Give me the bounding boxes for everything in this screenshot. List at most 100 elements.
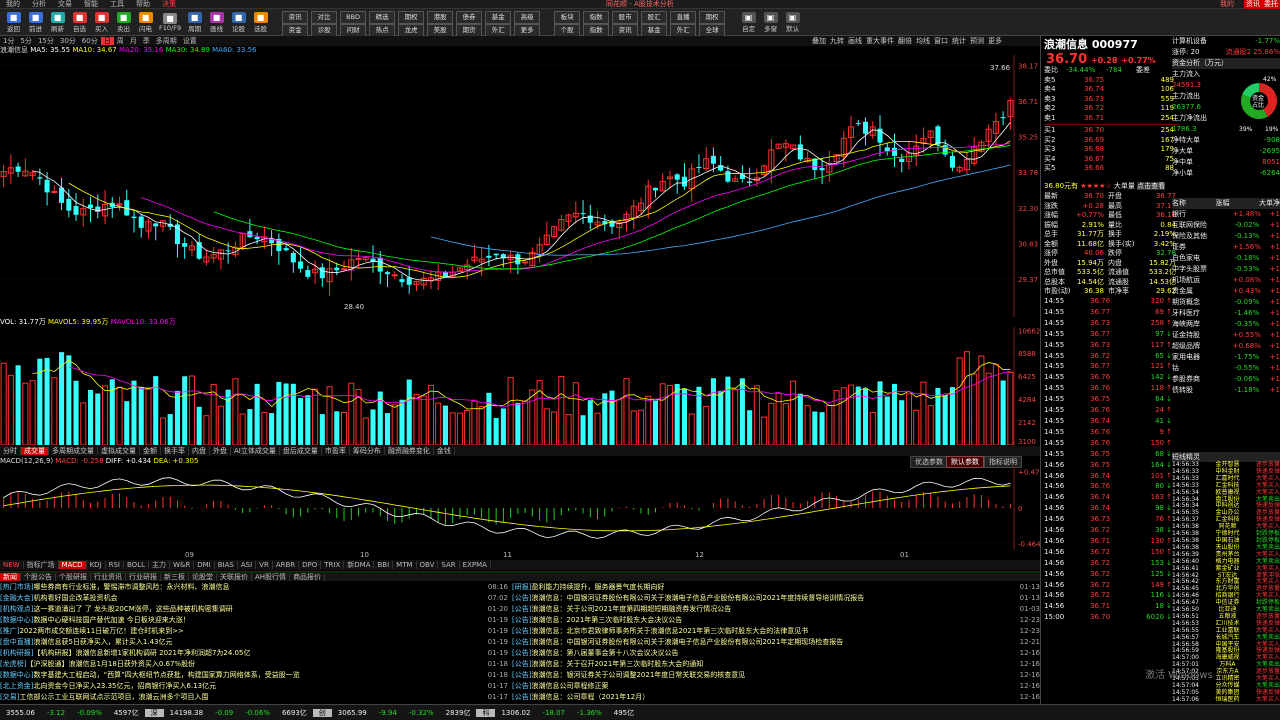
candle-body[interactable]: [225, 250, 231, 252]
candle-body[interactable]: [884, 147, 890, 152]
news-tab[interactable]: 论股堂: [189, 573, 217, 581]
volume-bar[interactable]: [551, 411, 558, 445]
indicator-tab[interactable]: NEW: [0, 561, 24, 569]
buy-level[interactable]: 买1 36.70 254: [1044, 126, 1180, 136]
candle-body[interactable]: [1000, 117, 1006, 119]
volume-bar[interactable]: [826, 404, 833, 445]
chart-menu-item[interactable]: 画线: [846, 37, 864, 45]
candle-body[interactable]: [131, 216, 137, 219]
buy-level[interactable]: 买3 36.68 179: [1044, 145, 1180, 155]
volume-bar[interactable]: [782, 403, 789, 445]
toolbar-button[interactable]: ■ 论股: [229, 11, 248, 34]
toolbar-button[interactable]: ■ 返回: [4, 11, 23, 34]
volume-bar[interactable]: [565, 414, 572, 445]
news-item[interactable]: [金融大会]机构看好国企改革投资机会 07:02: [0, 593, 508, 604]
candle-body[interactable]: [283, 248, 289, 251]
candle-body[interactable]: [341, 268, 348, 271]
indicator-tab[interactable]: TRIX: [321, 561, 345, 569]
volume-bar[interactable]: [869, 411, 876, 445]
volume-bar[interactable]: [747, 410, 753, 445]
candle-body[interactable]: [942, 145, 948, 155]
sector-row[interactable]: 超级品牌 +0.68% +1: [1172, 341, 1280, 352]
right-menu-1[interactable]: 我的: [1214, 0, 1240, 9]
volume-bar[interactable]: [0, 362, 7, 445]
candle-body[interactable]: [51, 190, 58, 193]
volume-bar[interactable]: [1007, 371, 1014, 445]
menu-item[interactable]: 智能: [78, 0, 104, 9]
news-item[interactable]: [公告]浪潮信息：第八届董事会第十八次会议决议公告 12-16: [512, 648, 1040, 659]
volume-bar[interactable]: [406, 379, 412, 445]
volume-bar[interactable]: [188, 375, 195, 445]
indicator-tab[interactable]: 新DMA: [344, 561, 375, 569]
news-item[interactable]: [公告]浪潮信息：北京市君致律师事务所关于浪潮信息2021年第三次临时股东大会的…: [512, 626, 1040, 637]
toolbar-pair-top[interactable]: 期权: [699, 11, 726, 24]
news-title[interactable]: 盈利能力持续提升，服务器景气度长期向好: [531, 583, 664, 591]
sector-row[interactable]: 参股券商 -0.06% +1: [1172, 374, 1280, 385]
candle-body[interactable]: [855, 123, 861, 125]
volume-bar[interactable]: [203, 415, 210, 445]
volume-bar[interactable]: [116, 386, 123, 445]
candle-body[interactable]: [290, 253, 296, 263]
toolbar-pair-top[interactable]: 债券: [456, 11, 483, 24]
candle-body[interactable]: [819, 168, 825, 171]
news-title[interactable]: 机构看好国企改革投资机会: [33, 594, 117, 602]
candle-body[interactable]: [935, 126, 941, 145]
volume-bar[interactable]: [29, 380, 36, 445]
indicator-tab[interactable]: 盘后成交量: [279, 447, 322, 455]
volume-bar[interactable]: [362, 417, 369, 445]
sector-row[interactable]: 债转股 -1.18% +1: [1172, 385, 1280, 396]
indicator-tab[interactable]: 金钱: [433, 447, 455, 455]
toolbar-pair-top[interactable]: 股汇: [641, 11, 668, 24]
volume-bar[interactable]: [637, 409, 645, 445]
volume-bar[interactable]: [478, 406, 485, 445]
sector-row[interactable]: 海峡两岸 -0.35% +1: [1172, 319, 1280, 330]
sector-row[interactable]: 家用电器 -1.75% +1: [1172, 352, 1280, 363]
volume-bar[interactable]: [522, 400, 529, 445]
news-item[interactable]: [公告]浪潮信息：银河证券关于公司调整2021年度日常关联交易的核查意见 12-1…: [512, 670, 1040, 681]
volume-bar[interactable]: [399, 399, 405, 445]
indicator-tab[interactable]: DMI: [194, 561, 215, 569]
volume-bar[interactable]: [1000, 380, 1006, 445]
news-title[interactable]: 浪潮信息：公司章程（2021年12月）: [531, 693, 649, 701]
toolbar-pair-button[interactable]: 股市 资讯: [612, 11, 639, 37]
indicator-tab[interactable]: 换手率: [161, 447, 189, 455]
candle-body[interactable]: [334, 267, 340, 271]
toolbar-pair-button[interactable]: 指数 指数: [583, 11, 610, 37]
indicator-tab[interactable]: ASI: [237, 561, 257, 569]
news-title[interactable]: 哪些券商有行业标准，警惕滞市调整风险：永兴材料、浪潮信息: [33, 583, 229, 591]
toolbar-pair-button[interactable]: 板块 个股: [554, 11, 581, 37]
volume-bar[interactable]: [587, 400, 593, 445]
period-tab[interactable]: 15分: [35, 37, 57, 45]
candle-body[interactable]: [153, 223, 159, 227]
news-item[interactable]: [数据中心]数据中心硬科技国产替代加速 今日板块迎来大涨！ 01-19: [0, 615, 508, 626]
chart-menu-item[interactable]: 九转: [828, 37, 846, 45]
indicator-tab[interactable]: 外盘: [210, 447, 231, 455]
candle-body[interactable]: [710, 155, 716, 164]
toolbar-pair-button[interactable]: 股汇 基金: [641, 11, 668, 37]
volume-bar[interactable]: [942, 395, 948, 445]
volume-bar[interactable]: [927, 405, 934, 445]
toolbar-button[interactable]: ▣ 多窗: [761, 11, 780, 34]
menu-item[interactable]: 分析: [26, 0, 52, 9]
toolbar-pair-button[interactable]: BBD 问财: [340, 11, 367, 37]
candle-body[interactable]: [515, 254, 521, 265]
news-tab[interactable]: 行业资讯: [91, 573, 126, 581]
indicator-tab[interactable]: OBV: [416, 561, 439, 569]
volume-bar[interactable]: [616, 399, 623, 445]
candle-body[interactable]: [73, 206, 79, 215]
volume-bar[interactable]: [840, 387, 847, 445]
volume-bar[interactable]: [442, 405, 448, 445]
toolbar-pair-top[interactable]: 基金: [485, 11, 512, 24]
volume-bar[interactable]: [913, 409, 920, 445]
volume-bar[interactable]: [7, 374, 14, 445]
indicator-tab[interactable]: 分时: [0, 447, 21, 455]
news-tab[interactable]: AH股行情: [252, 573, 291, 581]
toolbar-pair-top[interactable]: 资讯: [282, 11, 309, 24]
candle-body[interactable]: [725, 171, 731, 182]
indicator-tab[interactable]: 主力: [149, 561, 170, 569]
toolbar-pair-button[interactable]: 期权 全球: [699, 11, 726, 37]
toolbar-button[interactable]: ■ 周期: [185, 11, 204, 34]
volume-bar[interactable]: [283, 383, 289, 445]
news-title[interactable]: 【沪深股通】浪潮信息1月18日获外资买入0.67%股份: [26, 660, 195, 668]
news-title[interactable]: 浪潮信息：北京市君致律师事务所关于浪潮信息2021年第三次临时股东大会的法律意见…: [531, 627, 808, 635]
